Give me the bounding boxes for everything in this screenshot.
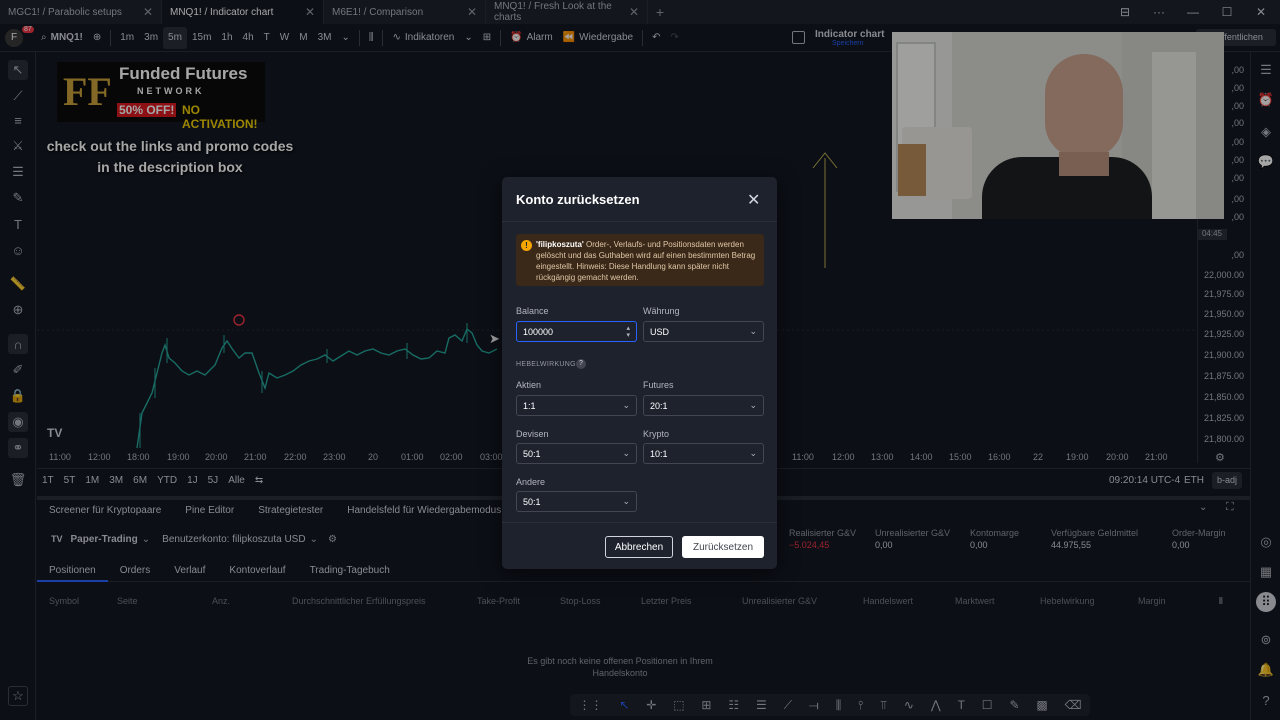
crypto-leverage-select[interactable]: 10:1 ⌄ [643,443,764,464]
currency-select[interactable]: USD ⌄ [643,321,764,342]
other-leverage-value: 50:1 [523,496,541,507]
other-label: Andere [516,477,546,487]
warning-icon: ! [521,240,532,251]
cancel-button[interactable]: Abbrechen [605,536,673,558]
futures-leverage-select[interactable]: 20:1 ⌄ [643,395,764,416]
forex-leverage-select[interactable]: 50:1 ⌄ [516,443,637,464]
crypto-leverage-value: 10:1 [650,448,668,459]
help-icon[interactable]: ? [576,359,586,369]
reset-button[interactable]: Zurücksetzen [682,536,764,558]
currency-label: Währung [643,306,680,316]
reset-account-dialog: Konto zurücksetzen ✕ ! 'filipkoszuta' Or… [502,177,777,569]
futures-label: Futures [643,380,674,390]
other-leverage-select[interactable]: 50:1 ⌄ [516,491,637,512]
chevron-down-icon: ⌄ [749,400,757,410]
stocks-leverage-select[interactable]: 1:1 ⌄ [516,395,637,416]
currency-value: USD [650,326,670,337]
chevron-down-icon: ⌄ [749,448,757,458]
chevron-down-icon: ⌄ [622,496,630,506]
warning-box: ! 'filipkoszuta' Order-, Verlaufs- und P… [516,234,764,286]
divider [502,221,777,222]
dialog-title: Konto zurücksetzen [516,192,640,207]
balance-label: Balance [516,306,549,316]
divider [502,522,777,523]
balance-input[interactable]: 100000 ▴ ▾ [516,321,637,342]
forex-leverage-value: 50:1 [523,448,541,459]
forex-label: Devisen [516,429,549,439]
crypto-label: Krypto [643,429,670,439]
stepper-icon[interactable]: ▴ ▾ [626,325,630,339]
stocks-leverage-value: 1:1 [523,400,536,411]
chevron-down-icon: ⌄ [749,326,757,336]
futures-leverage-value: 20:1 [650,400,668,411]
chevron-down-icon: ⌄ [622,400,630,410]
chevron-down-icon: ⌄ [622,448,630,458]
leverage-section-title: HEBELWIRKUNG [516,361,576,368]
warning-account-name: 'filipkoszuta' [536,240,584,249]
close-icon[interactable]: ✕ [747,190,760,210]
stocks-label: Aktien [516,380,542,390]
balance-value: 100000 [523,326,554,337]
